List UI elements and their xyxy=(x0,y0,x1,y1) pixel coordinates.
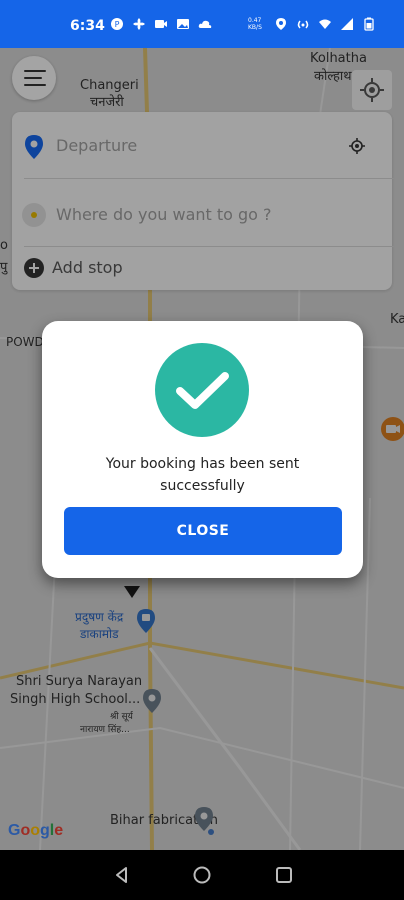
back-icon[interactable] xyxy=(112,865,132,885)
recents-icon[interactable] xyxy=(274,865,294,885)
data-speed: 0.47 KB/S xyxy=(248,17,262,31)
location-icon xyxy=(276,18,286,30)
notification-icons: P xyxy=(110,17,212,31)
close-button[interactable]: CLOSE xyxy=(64,507,342,555)
signal-icon xyxy=(341,18,353,30)
status-time: 6:34 xyxy=(70,18,105,34)
system-nav-bar xyxy=(0,850,404,900)
cloud-icon xyxy=(198,20,212,28)
status-bar: 6:34 P 0.47 KB/S xyxy=(0,0,404,48)
battery-icon xyxy=(364,17,374,31)
system-icons: 0.47 KB/S xyxy=(248,17,376,31)
success-check-icon xyxy=(155,343,249,437)
svg-text:P: P xyxy=(115,20,120,29)
hotspot-icon xyxy=(297,20,309,29)
checkmark-icon xyxy=(176,372,229,409)
booking-success-dialog: Your booking has been sent successfully … xyxy=(42,321,363,578)
success-message-line2: successfully xyxy=(160,478,245,494)
app-notification-icon: P xyxy=(111,18,123,30)
success-message-line1: Your booking has been sent xyxy=(105,456,300,472)
video-icon xyxy=(155,20,167,28)
gallery-icon xyxy=(177,19,189,29)
home-icon[interactable] xyxy=(192,865,212,885)
wifi-icon xyxy=(319,19,331,29)
success-message: Your booking has been sent successfully xyxy=(62,453,343,497)
fan-icon xyxy=(133,18,145,30)
